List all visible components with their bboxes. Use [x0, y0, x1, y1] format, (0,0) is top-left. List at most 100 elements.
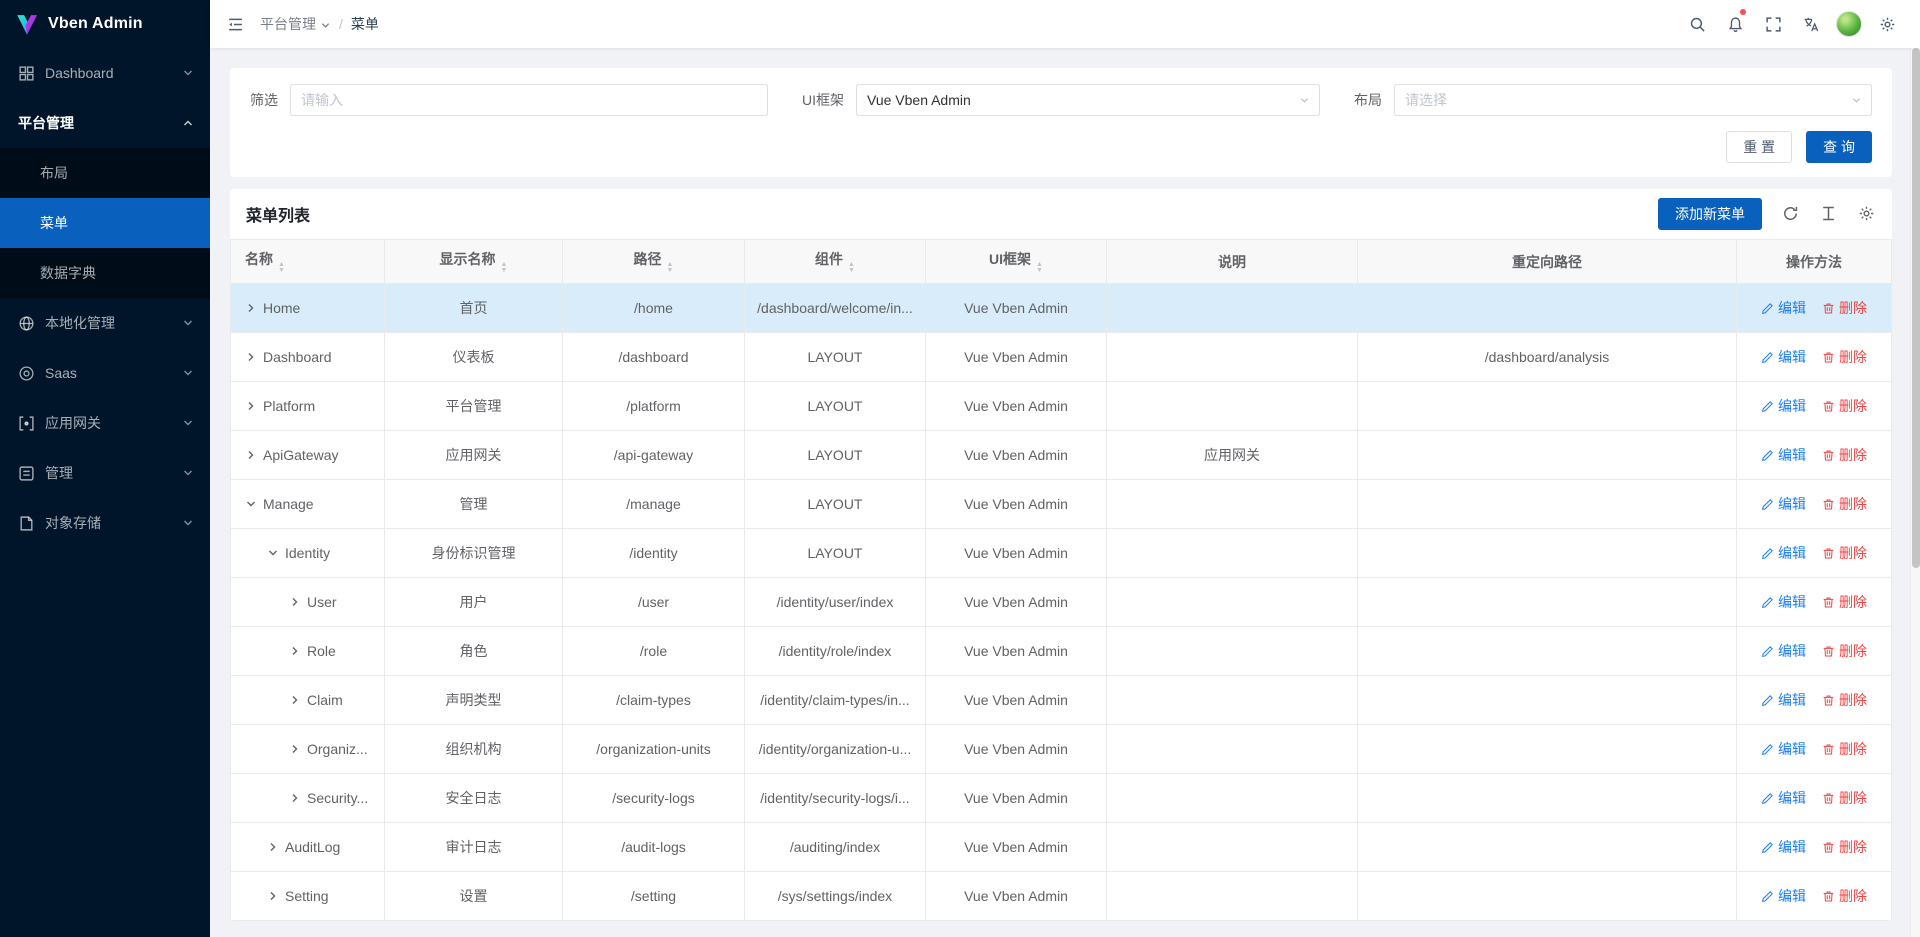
chevron-right-icon[interactable] — [289, 645, 301, 657]
table-row: Setting设置/setting/sys/settings/indexVue … — [231, 872, 1892, 921]
chevron-right-icon[interactable] — [245, 400, 257, 412]
delete-button[interactable]: 删除 — [1822, 788, 1867, 808]
row-height-icon[interactable] — [1820, 205, 1838, 223]
chevron-down-icon[interactable] — [267, 547, 279, 559]
framework-select[interactable]: Vue Vben Admin — [856, 84, 1320, 116]
sort-icons[interactable]: ▲▼ — [848, 262, 855, 274]
chevron-right-icon[interactable] — [289, 694, 301, 706]
chevron-right-icon[interactable] — [267, 890, 279, 902]
breadcrumb-platform-management[interactable]: 平台管理 — [260, 14, 331, 34]
notification-bell-icon[interactable] — [1716, 0, 1754, 48]
delete-button[interactable]: 删除 — [1822, 690, 1867, 710]
sort-icons[interactable]: ▲▼ — [1036, 262, 1043, 274]
column-header-0[interactable]: 名称▲▼ — [231, 240, 385, 284]
chevron-down-icon — [182, 517, 194, 529]
display-name: 首页 — [385, 284, 563, 333]
edit-button[interactable]: 编辑 — [1761, 592, 1806, 612]
sidebar-item-platform-management[interactable]: 平台管理 — [0, 98, 210, 148]
chevron-right-icon[interactable] — [289, 596, 301, 608]
layout-select[interactable]: 请选择 — [1394, 84, 1872, 116]
sort-icons[interactable]: ▲▼ — [278, 262, 285, 274]
filter-input[interactable] — [290, 84, 768, 116]
vertical-scrollbar[interactable] — [1910, 0, 1920, 937]
edit-button[interactable]: 编辑 — [1761, 788, 1806, 808]
redirect-path — [1358, 627, 1737, 676]
menu-name: Platform — [263, 398, 315, 414]
notification-dot — [1740, 9, 1746, 15]
delete-button[interactable]: 删除 — [1822, 298, 1867, 318]
app-logo[interactable]: Vben Admin — [0, 0, 210, 48]
sort-icons[interactable]: ▲▼ — [501, 262, 508, 274]
edit-button[interactable]: 编辑 — [1761, 641, 1806, 661]
sidebar-item-dashboard[interactable]: Dashboard — [0, 48, 210, 98]
column-settings-icon[interactable] — [1858, 205, 1876, 223]
sidebar-item-management[interactable]: 管理 — [0, 448, 210, 498]
edit-button[interactable]: 编辑 — [1761, 494, 1806, 514]
refresh-icon[interactable] — [1782, 205, 1800, 223]
edit-button[interactable]: 编辑 — [1761, 543, 1806, 563]
chevron-right-icon[interactable] — [245, 302, 257, 314]
sidebar-item-saas[interactable]: Saas — [0, 348, 210, 398]
chevron-right-icon[interactable] — [289, 792, 301, 804]
query-button[interactable]: 查 询 — [1806, 131, 1872, 163]
sidebar-item-label: 对象存储 — [45, 513, 172, 533]
edit-button[interactable]: 编辑 — [1761, 445, 1806, 465]
reset-button[interactable]: 重 置 — [1726, 131, 1792, 163]
sidebar-item-label: 布局 — [40, 163, 194, 183]
filter-panel: 筛选 UI框架 Vue Vben Admin 布局 请选择 — [230, 68, 1892, 177]
delete-button[interactable]: 删除 — [1822, 739, 1867, 759]
search-icon[interactable] — [1678, 0, 1716, 48]
delete-button[interactable]: 删除 — [1822, 445, 1867, 465]
delete-button[interactable]: 删除 — [1822, 494, 1867, 514]
column-header-4[interactable]: UI框架▲▼ — [926, 240, 1107, 284]
sort-icons[interactable]: ▲▼ — [667, 262, 674, 274]
edit-button[interactable]: 编辑 — [1761, 886, 1806, 906]
logo-text: Vben Admin — [48, 15, 143, 33]
chevron-right-icon[interactable] — [245, 351, 257, 363]
sidebar-item-localization[interactable]: 本地化管理 — [0, 298, 210, 348]
edit-button[interactable]: 编辑 — [1761, 837, 1806, 857]
column-header-2[interactable]: 路径▲▼ — [563, 240, 745, 284]
pencil-icon — [1761, 694, 1774, 707]
delete-button[interactable]: 删除 — [1822, 641, 1867, 661]
settings-gear-icon[interactable] — [1868, 0, 1906, 48]
delete-button[interactable]: 删除 — [1822, 347, 1867, 367]
path: /security-logs — [563, 774, 745, 823]
sidebar-item-layout[interactable]: 布局 — [0, 148, 210, 198]
sidebar-item-app-gateway[interactable]: 应用网关 — [0, 398, 210, 448]
table-title: 菜单列表 — [246, 202, 310, 226]
chevron-right-icon[interactable] — [245, 449, 257, 461]
chevron-down-icon[interactable] — [245, 498, 257, 510]
ui-framework: Vue Vben Admin — [926, 872, 1107, 921]
description — [1107, 382, 1358, 431]
add-menu-button[interactable]: 添加新菜单 — [1658, 198, 1762, 230]
sidebar-item-data-dictionary[interactable]: 数据字典 — [0, 248, 210, 298]
delete-button[interactable]: 删除 — [1822, 592, 1867, 612]
fullscreen-icon[interactable] — [1754, 0, 1792, 48]
column-header-3[interactable]: 组件▲▼ — [745, 240, 926, 284]
scrollbar-thumb[interactable] — [1912, 48, 1920, 568]
edit-button[interactable]: 编辑 — [1761, 298, 1806, 318]
table-row: Dashboard仪表板/dashboardLAYOUTVue Vben Adm… — [231, 333, 1892, 382]
sidebar-item-menu[interactable]: 菜单 — [0, 198, 210, 248]
pencil-icon — [1761, 449, 1774, 462]
delete-button[interactable]: 删除 — [1822, 396, 1867, 416]
sidebar-item-object-storage[interactable]: 对象存储 — [0, 498, 210, 548]
edit-button[interactable]: 编辑 — [1761, 690, 1806, 710]
delete-button[interactable]: 删除 — [1822, 543, 1867, 563]
delete-button[interactable]: 删除 — [1822, 886, 1867, 906]
chevron-right-icon[interactable] — [289, 743, 301, 755]
edit-button[interactable]: 编辑 — [1761, 396, 1806, 416]
chevron-right-icon[interactable] — [267, 841, 279, 853]
display-name: 角色 — [385, 627, 563, 676]
edit-button[interactable]: 编辑 — [1761, 347, 1806, 367]
delete-button[interactable]: 删除 — [1822, 837, 1867, 857]
table-row: Home首页/home/dashboard/welcome/in...Vue V… — [231, 284, 1892, 333]
column-header-1[interactable]: 显示名称▲▼ — [385, 240, 563, 284]
menu-fold-icon[interactable] — [216, 0, 254, 48]
edit-button[interactable]: 编辑 — [1761, 739, 1806, 759]
translate-icon[interactable] — [1792, 0, 1830, 48]
menu-name: ApiGateway — [263, 447, 338, 463]
redirect-path — [1358, 725, 1737, 774]
user-avatar[interactable] — [1830, 0, 1868, 48]
